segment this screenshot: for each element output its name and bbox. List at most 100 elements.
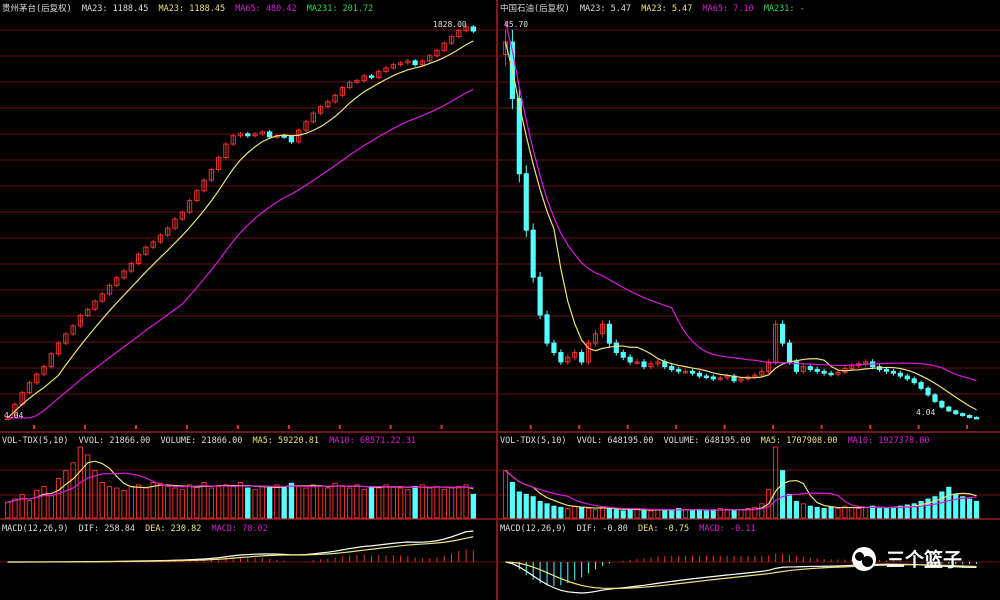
volume-bar [883,508,890,519]
period-marker [33,425,36,429]
candle-body [911,378,917,384]
candle-body [669,366,675,370]
left-volume-header: VOL-TDX(5,10) VVOL: 21866.00 VOLUME: 218… [2,436,421,446]
macd-value: MACD: -0.11 [699,524,756,534]
vvol-value: VVOL: 21866.00 [78,436,151,446]
candle-body [821,370,827,374]
candle-body [883,368,890,372]
left-candlestick-plot [0,25,497,563]
volume-bar [4,501,11,519]
volume-bar [419,484,426,519]
volume-bar [215,485,222,519]
vol-ma5-value: MA5: 1707908.00 [760,436,838,446]
candle-body [897,372,903,377]
volume-bar [368,485,375,519]
volume-bar [932,496,938,519]
candle-body [551,342,557,354]
period-marker [675,425,678,429]
candle-body [620,352,626,358]
period-marker [529,425,532,429]
volume-bar [259,485,266,519]
candle-body [918,382,924,389]
candle-body [807,366,813,370]
candle-body [613,342,619,354]
volume-bar [960,496,966,519]
volume-bar [448,487,455,519]
volume-bar [537,500,543,519]
volume-bar [281,485,287,519]
period-marker [869,425,872,429]
volume-bar [99,482,105,519]
period-marker [185,425,188,429]
candle-body [537,276,543,316]
period-marker [772,425,775,429]
volume-bar [565,508,571,519]
volume-bar [925,498,931,519]
period-marker [578,425,581,429]
volume-bar [230,485,236,519]
volume-bar [779,470,786,519]
volume-bar [208,487,215,519]
ma-short-line [7,40,474,419]
volume-bar [523,493,529,519]
wechat-logo-icon [851,546,876,571]
volume-bar [470,493,477,519]
volume-bar [354,484,360,519]
candle-body [973,416,980,420]
volume-bar [946,486,952,519]
candle-body [932,394,938,402]
volume-bar [179,489,185,519]
volume-bar [63,470,69,519]
right-macd-header: MACD(12,26,9) DIF: -0.80 DEA: -0.75 MACD… [500,524,761,534]
volume-bar [703,510,709,519]
volume-bar [434,485,440,519]
volume-bar [849,506,855,519]
volume-bar [48,495,54,519]
volume-bar [599,506,606,519]
volume-bar [186,484,193,519]
volume-bar [953,493,959,519]
volume-bar [793,500,799,519]
volume-bar [641,509,647,519]
low-price-label: 4.04 [4,411,24,420]
volume-bar [237,482,244,519]
volume-ma5-line [7,460,474,503]
period-marker [236,425,239,429]
volume-bar [516,491,522,519]
volume-bar [150,482,156,519]
volume-bar [738,509,744,519]
volume-bar [731,510,737,519]
vol-ma10-value: MA10: 1927378.00 [847,436,930,446]
candle-body [779,323,786,344]
period-marker [338,425,341,429]
volume-bar [544,503,550,519]
period-marker [917,425,920,429]
candle-body [627,356,633,363]
indicator-name: VOL-TDX(5,10) [2,436,69,446]
volume-bar [662,510,668,519]
period-marker [820,425,823,429]
volume-ma5-line [505,470,977,511]
high-price-label: 1828.00 [433,20,467,29]
left-macd-header: MACD(12,26,9) DIF: 258.84 DEA: 230.82 MA… [2,524,273,534]
volume-bar [346,487,353,519]
macd-name: MACD(12,26,9) [500,524,567,534]
candle-body [558,352,564,363]
volume-bar [296,485,302,519]
right-volume-header: VOL-TDX(5,10) VVOL: 648195.00 VOLUME: 64… [500,436,934,446]
candle-body [904,375,910,380]
candle-body [925,387,931,396]
volume-bar [143,487,149,519]
period-marker [84,425,87,429]
volume-bar [92,470,98,519]
volume-bar [390,485,396,519]
candle-body [579,352,585,363]
volume-bar [669,509,675,519]
volume-bar [172,487,178,519]
candle-body [368,75,375,78]
volume-bar [397,487,404,519]
watermark-text: 三个篮子 [885,549,962,571]
volume-bar [530,496,536,519]
volume-bar [383,484,389,519]
candle-body [606,323,612,344]
